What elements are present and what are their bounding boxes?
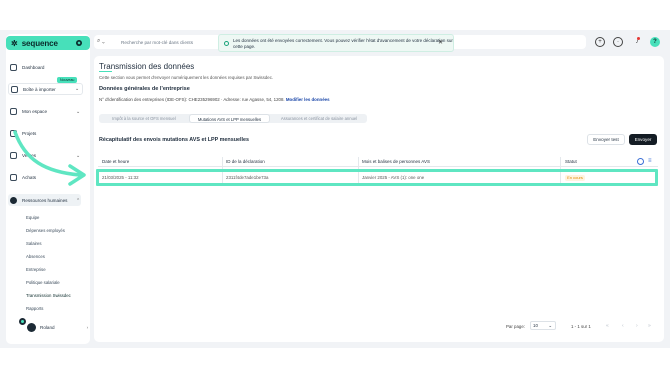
- sidebar-item-sales[interactable]: Ventes ⌄: [10, 150, 80, 161]
- sidebar-item-purchases[interactable]: Achats ⌄: [10, 172, 80, 183]
- chevron-down-icon: ⌄: [76, 108, 81, 115]
- sales-icon: [10, 152, 17, 159]
- sidebar-sub-expenses[interactable]: Dépenses employés: [26, 228, 65, 233]
- chevron-down-icon: ⌄: [548, 323, 552, 328]
- last-page-icon[interactable]: »: [648, 323, 651, 329]
- sidebar-item-my-space[interactable]: Mon espace ⌄: [10, 106, 80, 117]
- cell-id: 2311f4de7ade1be73a: [226, 175, 269, 180]
- per-page-label: Par page:: [506, 324, 526, 329]
- page-range: 1 - 1 sur 1: [571, 324, 591, 329]
- general-data-heading: Données générales de l'entreprise: [99, 86, 190, 92]
- sidebar-sub-salary-policy[interactable]: Politique salariale: [26, 280, 60, 285]
- chevron-down-icon: ⌄: [76, 152, 81, 159]
- chevron-right-icon: ›: [86, 325, 89, 330]
- cell-month: Janvier 2025 - AVS (1): one one: [362, 175, 425, 180]
- first-page-icon[interactable]: «: [606, 323, 609, 329]
- search-icon[interactable]: ⌕ ⌄: [97, 38, 105, 45]
- sidebar-item-label: Achats: [22, 175, 37, 180]
- summary-heading: Récapitulatif des envois mutations AVS e…: [99, 137, 249, 143]
- cart-icon: [10, 174, 17, 181]
- sidebar-sub-reports[interactable]: Rapports: [26, 306, 43, 311]
- checkbox-icon: [10, 130, 17, 137]
- sidebar-item-projects[interactable]: Projets: [10, 128, 36, 139]
- sidebar-item-label: Ressources humaines: [22, 198, 68, 203]
- check-circle-icon: [224, 41, 229, 46]
- sidebar-sub-absences[interactable]: Absences: [26, 254, 45, 259]
- new-badge: Nouveau: [57, 77, 78, 83]
- sidebar-item-label: Dashboard: [22, 65, 45, 70]
- logo-mark-icon: ✲: [11, 38, 18, 48]
- tab-avs-lpp[interactable]: Mutations AVS et LPP mensuelles: [189, 114, 270, 123]
- tab-insurance[interactable]: Assurances et certificat de salaire annu…: [272, 114, 366, 123]
- logo-text: sequence: [21, 38, 58, 48]
- help-chat-icon[interactable]: [17, 316, 28, 327]
- sidebar-sub-team[interactable]: Equipe: [26, 215, 39, 220]
- help-icon[interactable]: ?: [650, 37, 660, 47]
- sidebar-sub-company[interactable]: Entreprise: [26, 267, 46, 272]
- per-page-select[interactable]: 10 ⌄: [530, 321, 556, 330]
- toast-message: Les données ont été envoyées correctemen…: [233, 38, 453, 49]
- per-page-value: 10: [533, 323, 538, 328]
- chevron-down-icon: ⌄: [75, 86, 80, 92]
- sidebar-item-dashboard[interactable]: Dashboard: [10, 62, 44, 73]
- settings-icon[interactable]: [637, 158, 644, 165]
- sidebar-item-hr[interactable]: Ressources humaines ⌃: [10, 195, 80, 206]
- send-button[interactable]: Envoyer: [629, 134, 657, 145]
- user-name: Roland: [40, 325, 55, 330]
- sidebar-item-label: Mon espace: [22, 109, 48, 114]
- sidebar-item-inbox[interactable]: Boîte à importer ⌄: [8, 83, 83, 95]
- people-icon: [10, 197, 17, 204]
- sidebar-item-label: Ventes: [22, 153, 37, 158]
- edit-data-link[interactable]: Modifier les données: [286, 97, 330, 102]
- sidebar-sub-swissdec[interactable]: Transmission Swissdec: [26, 293, 71, 298]
- chevron-down-icon: ⌄: [76, 174, 81, 181]
- sidebar-item-label: Boîte à importer: [23, 86, 56, 92]
- cell-date: 21/03/2025 - 11:32: [102, 175, 139, 180]
- col-header-status[interactable]: Statut: [565, 159, 577, 164]
- sidebar-item-label: Projets: [22, 131, 37, 136]
- status-badge: En cours: [565, 175, 585, 181]
- inbox-icon: [11, 85, 18, 93]
- home-icon: [10, 64, 17, 71]
- col-header-month[interactable]: Mois et balises de personnes AVS: [362, 159, 430, 164]
- col-header-date[interactable]: Date et heure: [102, 159, 129, 164]
- clock-icon[interactable]: ·: [613, 37, 623, 47]
- search-input[interactable]: Recherche par mot-clé dans clients: [121, 40, 193, 45]
- company-ide: N° d'identification des entreprises (IDE…: [99, 97, 330, 102]
- user-icon: [10, 108, 17, 115]
- avatar: [27, 323, 36, 332]
- close-icon[interactable]: ✕: [438, 40, 443, 46]
- collapse-icon[interactable]: ◆: [76, 40, 82, 46]
- tab-withholding-tax[interactable]: Impôt à la source et OFS mensuel: [101, 114, 187, 123]
- logo[interactable]: ✲ sequence ◆: [6, 36, 90, 50]
- ide-text: N° d'identification des entreprises (IDE…: [99, 97, 285, 102]
- add-icon[interactable]: +: [595, 37, 605, 47]
- send-test-button[interactable]: Envoyer test: [587, 134, 625, 145]
- title-underline: [99, 71, 112, 72]
- page-description: Cette section vous permet d'envoyer numé…: [99, 75, 274, 80]
- next-page-icon[interactable]: ›: [636, 323, 638, 329]
- notification-dot: [637, 37, 640, 40]
- chevron-up-icon: ⌃: [76, 197, 81, 204]
- col-header-id[interactable]: ID de la déclaration: [226, 159, 265, 164]
- filter-icon[interactable]: ≡: [648, 158, 652, 164]
- success-toast: Les données ont été envoyées correctemen…: [218, 34, 454, 52]
- page-title: Transmission des données: [99, 62, 195, 71]
- sidebar-sub-salaries[interactable]: Salaires: [26, 241, 42, 246]
- prev-page-icon[interactable]: ‹: [622, 323, 624, 329]
